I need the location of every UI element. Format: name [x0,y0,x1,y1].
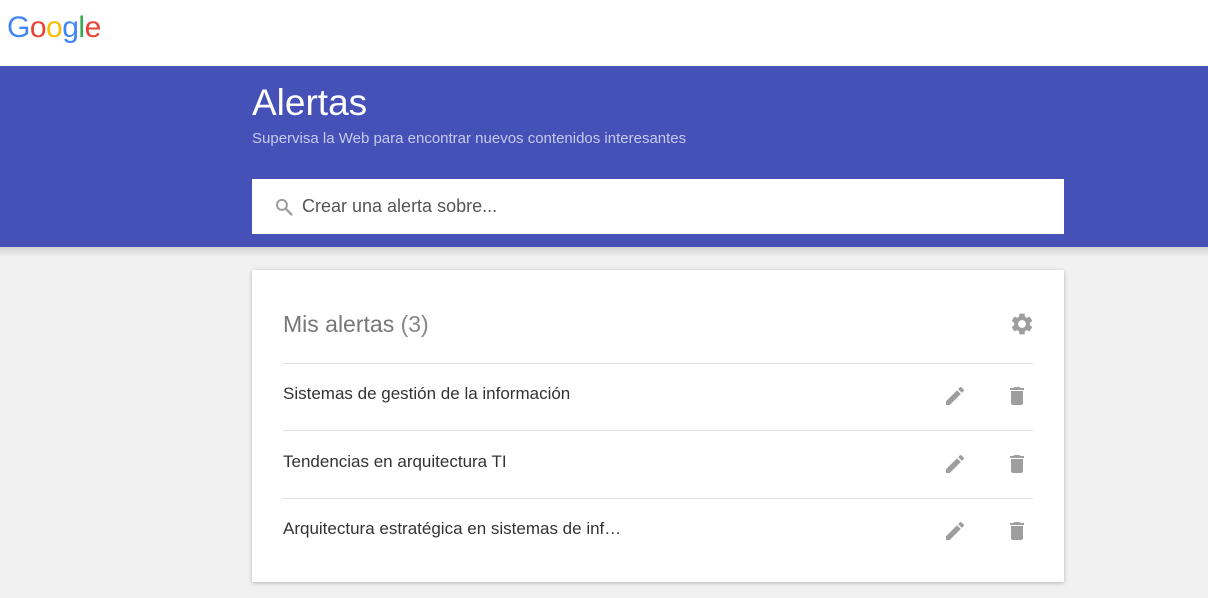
trash-icon[interactable] [1005,384,1029,408]
gear-icon[interactable] [1009,311,1035,337]
page-subtitle: Supervisa la Web para encontrar nuevos c… [252,130,687,147]
alerts-card-header: Mis alertas (3) [283,270,1033,364]
search-input[interactable] [302,196,1022,217]
trash-icon[interactable] [1005,452,1029,476]
trash-icon[interactable] [1005,519,1029,543]
alerts-title: Mis alertas (3) [283,310,429,338]
alert-label[interactable]: Sistemas de gestión de la información [283,384,570,404]
logo-letter: e [84,11,102,44]
alert-label[interactable]: Tendencias en arquitectura TI [283,452,507,472]
alerts-title-text: Mis alertas [283,311,395,337]
search-icon [275,198,293,216]
hero-banner: Alertas Supervisa la Web para encontrar … [0,66,1208,247]
pencil-icon[interactable] [943,452,967,476]
google-logo[interactable]: Google [7,8,101,48]
pencil-icon[interactable] [943,519,967,543]
logo-letter: o [29,11,47,44]
alert-row[interactable]: Tendencias en arquitectura TI [283,432,1033,499]
page-title: Alertas [252,82,368,123]
alerts-count: (3) [400,311,429,337]
pencil-icon[interactable] [943,384,967,408]
search-box[interactable] [252,179,1064,234]
alert-label[interactable]: Arquitectura estratégica en sistemas de … [283,519,621,539]
logo-letter: G [7,11,30,44]
alert-row[interactable]: Sistemas de gestión de la información [283,364,1033,431]
hero-shadow [0,247,1208,257]
logo-letter: o [46,11,63,44]
alert-row[interactable]: Arquitectura estratégica en sistemas de … [283,499,1033,566]
logo-letter: g [62,11,79,44]
top-bar: Google [0,0,1208,66]
alerts-card: Mis alertas (3) Sistemas de gestión de l… [252,270,1064,582]
